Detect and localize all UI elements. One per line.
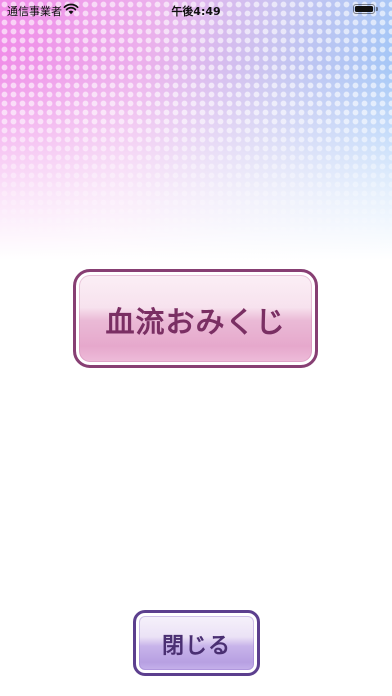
battery-level-fill bbox=[355, 6, 373, 12]
omikuji-button-label: 血流おみくじ bbox=[105, 304, 286, 339]
battery-cap bbox=[376, 7, 378, 11]
blood-flow-omikuji-button[interactable]: 血流おみくじ bbox=[73, 269, 318, 368]
close-button-label: 閉じる bbox=[161, 634, 231, 659]
battery-icon bbox=[353, 4, 375, 14]
status-time: 午後4:49 bbox=[171, 5, 221, 18]
halftone-dot-pattern bbox=[0, 0, 392, 260]
status-bar: 通信事業者 午後4:49 bbox=[0, 0, 392, 20]
close-button[interactable]: 閉じる bbox=[133, 610, 260, 676]
